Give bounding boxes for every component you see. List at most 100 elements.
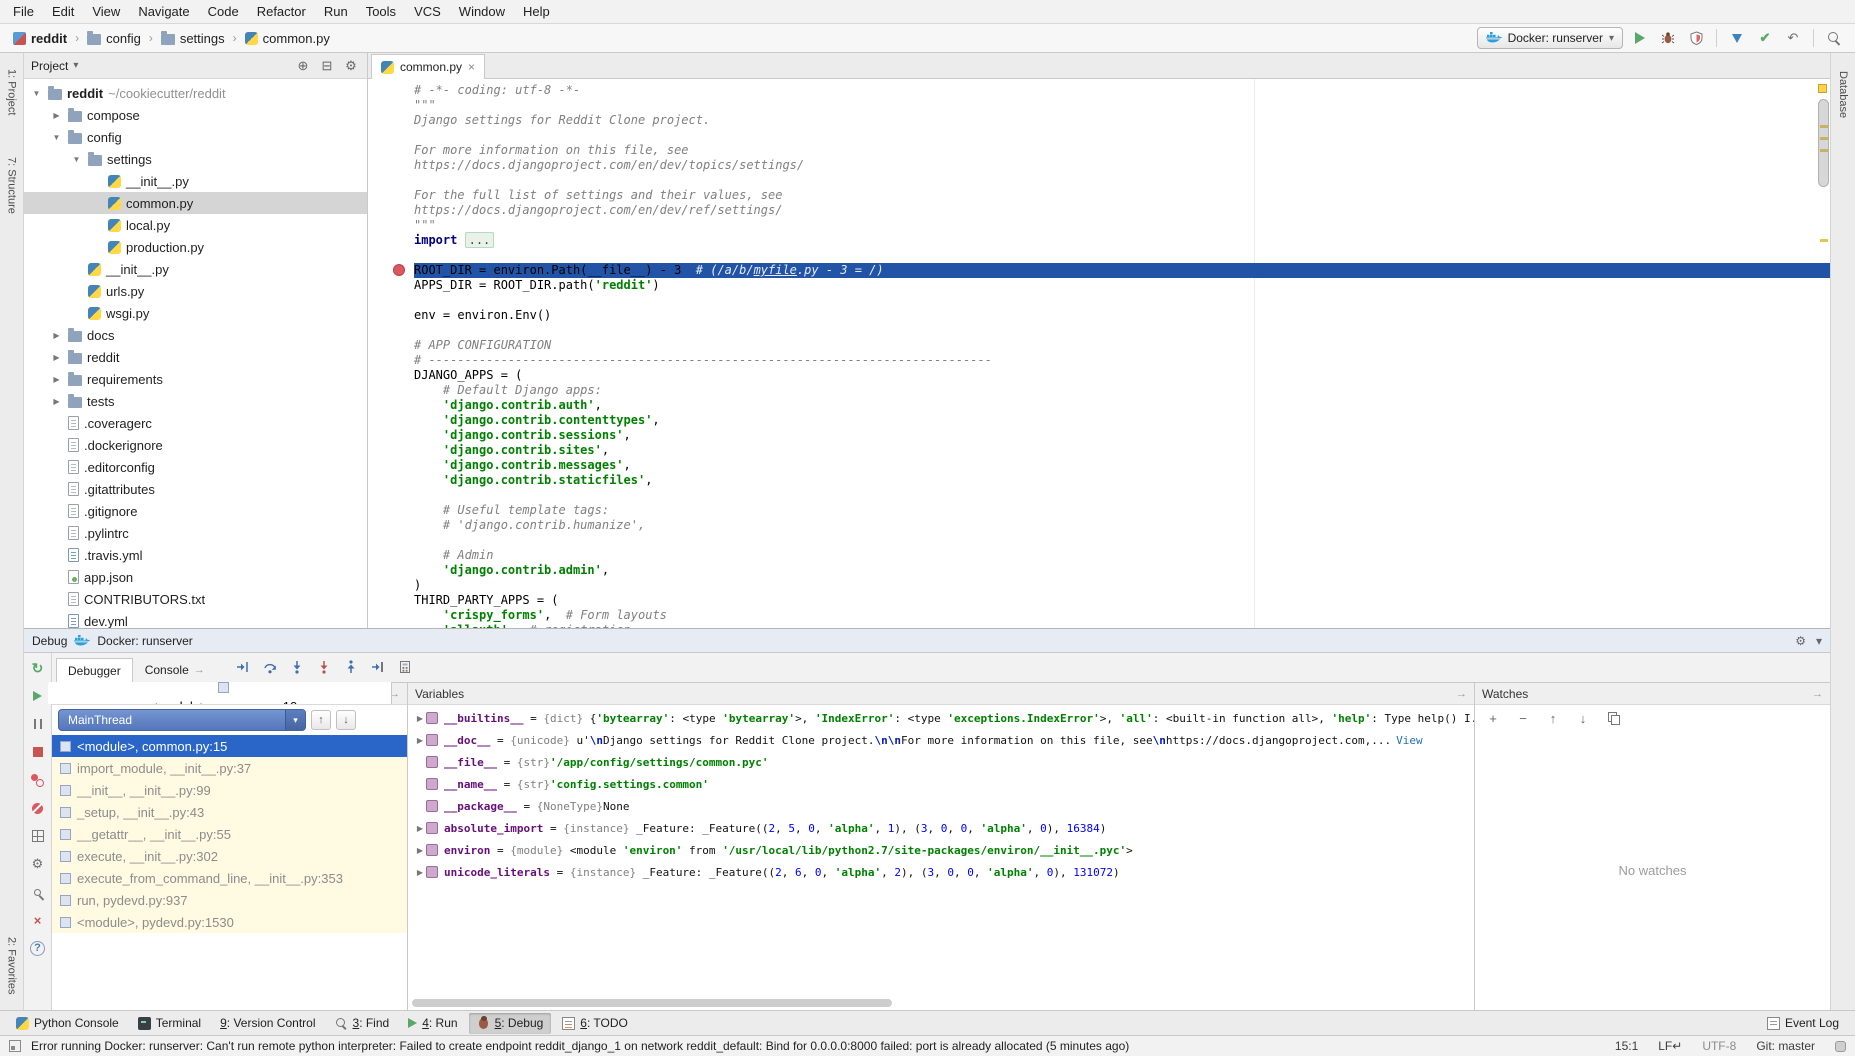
gutter[interactable] [368,368,414,383]
menu-file[interactable]: File [4,0,43,23]
restore-layout-button[interactable] [28,826,48,846]
gutter[interactable] [368,323,414,338]
collapse-all-icon[interactable]: ⊟ [318,58,336,74]
gutter[interactable] [368,473,414,488]
tree-item--dockerignore[interactable]: .dockerignore [24,434,367,456]
menu-help[interactable]: Help [514,0,559,23]
show-execution-point-button[interactable] [233,657,253,677]
editor-tab-common-py[interactable]: common.py × [371,54,485,79]
remove-watch-button[interactable]: − [1514,709,1532,727]
expander-right-icon[interactable]: ▶ [50,353,63,362]
gutter[interactable] [368,278,414,293]
view-link[interactable]: View [1396,734,1423,747]
inspector-icon[interactable] [1835,1041,1846,1052]
menu-edit[interactable]: Edit [43,0,83,23]
run-to-cursor-button[interactable] [368,657,388,677]
breadcrumb-item-settings[interactable]: settings [158,29,228,48]
tool-tab-python-console[interactable]: Python Console [8,1013,127,1034]
tree-item--gitignore[interactable]: .gitignore [24,500,367,522]
run-config-select[interactable]: Docker: runserver ▾ [1477,27,1623,49]
tool-tab-event-log[interactable]: Event Log [1759,1013,1847,1034]
gutter[interactable] [368,263,414,278]
status-message[interactable]: Error running Docker: runserver: Can't r… [31,1039,1605,1053]
file-encoding[interactable]: UTF-8 [1702,1039,1736,1053]
gutter[interactable] [368,353,414,368]
menu-refactor[interactable]: Refactor [248,0,315,23]
gutter[interactable] [368,383,414,398]
expander-down-icon[interactable]: ▼ [70,155,83,164]
locate-icon[interactable]: ⊕ [294,58,312,74]
tree-item-reddit[interactable]: ▼reddit ~/cookiecutter/reddit [24,82,367,104]
expander-right-icon[interactable]: ▶ [50,331,63,340]
menu-run[interactable]: Run [315,0,357,23]
vcs-update-button[interactable] [1726,27,1748,49]
debug-button[interactable] [1657,27,1679,49]
gutter[interactable] [368,308,414,323]
tree-item-common-py[interactable]: common.py [24,192,367,214]
menu-vcs[interactable]: VCS [405,0,450,23]
gutter[interactable] [368,578,414,593]
tree-item-app-json[interactable]: app.json [24,566,367,588]
tree-item--travis-yml[interactable]: .travis.yml [24,544,367,566]
tree-item-wsgi-py[interactable]: wsgi.py [24,302,367,324]
tree-item-tests[interactable]: ▶tests [24,390,367,412]
git-branch[interactable]: Git: master [1756,1039,1815,1053]
tool-tab-todo[interactable]: 6: TODO [554,1013,636,1034]
menu-tools[interactable]: Tools [357,0,405,23]
help-button[interactable]: ? [28,938,48,958]
close-icon[interactable]: × [468,60,475,74]
gutter[interactable] [368,83,414,98]
breakpoint-icon[interactable] [393,264,405,276]
expand-icon[interactable]: ▶ [414,736,426,745]
stop-button[interactable] [28,742,48,762]
code-editor[interactable]: # -*- coding: utf-8 -*-"""Django setting… [368,79,1830,628]
line-ending[interactable]: LF↵ [1658,1039,1682,1053]
gutter[interactable] [368,293,414,308]
expand-icon[interactable]: ▶ [414,824,426,833]
tool-tab-run[interactable]: 4: Run [400,1013,465,1034]
move-watch-down-button[interactable]: ↓ [1574,709,1592,727]
tree-item-urls-py[interactable]: urls.py [24,280,367,302]
expander-down-icon[interactable]: ▼ [50,133,63,142]
stack-frame[interactable]: <module>, pydevd.py:1530 [52,911,407,933]
gutter[interactable] [368,128,414,143]
thread-select[interactable]: MainThread ▾ [58,709,306,731]
resume-button[interactable] [28,686,48,706]
stack-frame[interactable]: <module>, common.py:15 [52,735,407,757]
gutter[interactable] [368,338,414,353]
gutter[interactable] [368,548,414,563]
pin-button[interactable] [28,882,48,902]
stack-frame[interactable]: execute_from_command_line, __init__.py:3… [52,867,407,889]
gear-icon[interactable]: ⚙ [1795,634,1806,648]
gutter[interactable] [368,233,414,248]
tree-item-requirements[interactable]: ▶requirements [24,368,367,390]
gutter[interactable] [368,503,414,518]
tree-item-CONTRIBUTORS-txt[interactable]: CONTRIBUTORS.txt [24,588,367,610]
stack-frame[interactable]: import_module, __init__.py:37 [52,757,407,779]
stack-frame[interactable]: run, pydevd.py:937 [52,889,407,911]
tree-item--coveragerc[interactable]: .coveragerc [24,412,367,434]
gutter[interactable] [368,563,414,578]
expand-icon[interactable]: ▶ [414,868,426,877]
vcs-rollback-button[interactable]: ↶ [1782,27,1804,49]
variable-row[interactable]: ▶absolute_import = {instance} _Feature: … [408,817,1474,839]
tree-item--init-py[interactable]: __init__.py [24,258,367,280]
expander-down-icon[interactable]: ▼ [30,89,43,98]
variable-row[interactable]: __package__ = {NoneType}None [408,795,1474,817]
mute-breakpoints-button[interactable] [28,798,48,818]
tool-button-project[interactable]: 1: Project [6,61,18,123]
gutter[interactable] [368,248,414,263]
gutter[interactable] [368,98,414,113]
variable-row[interactable]: __name__ = {str}'config.settings.common' [408,773,1474,795]
gutter[interactable] [368,113,414,128]
hide-panel-icon[interactable]: ▾ [1816,634,1822,648]
tool-tab-terminal[interactable]: Terminal [130,1013,209,1034]
gear-icon[interactable]: ⚙ [342,58,360,74]
gutter[interactable] [368,488,414,503]
tab-console[interactable]: Console→ [133,658,217,682]
breadcrumb-item-reddit[interactable]: reddit [10,29,70,48]
caret-position[interactable]: 15:1 [1615,1039,1638,1053]
expander-right-icon[interactable]: ▶ [50,375,63,384]
search-everywhere-button[interactable] [1823,27,1845,49]
step-out-button[interactable] [341,657,361,677]
